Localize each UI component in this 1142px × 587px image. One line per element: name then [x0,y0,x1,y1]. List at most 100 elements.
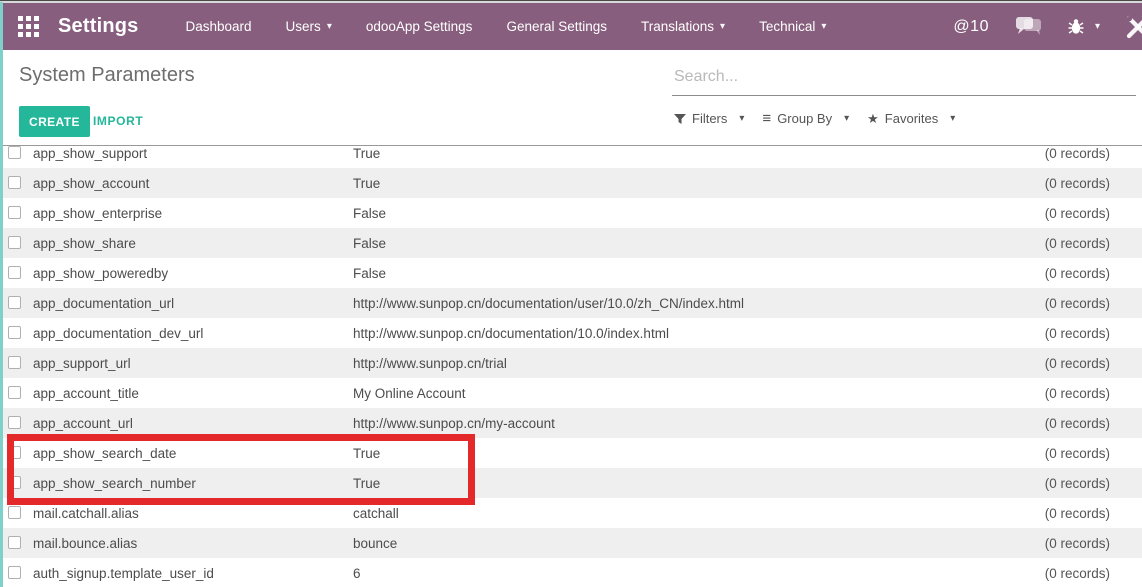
table-row[interactable]: mail.catchall.alias catchall (0 records) [0,498,1142,528]
param-key: app_show_share [33,236,353,251]
menu-item-odooapp-settings[interactable]: odooApp Settings [349,3,490,50]
table-row-highlighted[interactable]: app_show_search_number True (0 records) [0,468,1142,498]
debug-menu[interactable]: ▾ [1068,18,1100,35]
page-title: System Parameters [19,64,195,87]
chevron-down-icon: ▾ [739,113,744,124]
main-menu: Dashboard Users ▾ odooApp Settings Gener… [169,3,844,50]
table-row[interactable]: app_documentation_dev_url http://www.sun… [0,318,1142,348]
favorites-dropdown[interactable]: ★ Favorites ▾ [867,111,955,126]
menu-item-users[interactable]: Users ▾ [269,3,349,50]
window-top-edge [0,0,1142,3]
navbar-right-tools: @10 ▾ [953,15,1142,39]
row-checkbox[interactable] [8,206,21,219]
table-row[interactable]: auth_signup.template_user_id 6 (0 record… [0,558,1142,587]
chevron-down-icon: ▾ [844,113,849,124]
records-count: (0 records) [1045,206,1142,221]
menu-item-translations[interactable]: Translations ▾ [624,3,742,50]
param-value: catchall [353,506,1045,521]
param-key: app_documentation_dev_url [33,326,353,341]
records-count: (0 records) [1045,176,1142,191]
param-value: http://www.sunpop.cn/trial [353,356,1045,371]
filter-funnel-icon [674,113,686,125]
messages-icon[interactable] [1015,17,1042,37]
param-key: app_show_poweredby [33,266,353,281]
mention-counter[interactable]: @10 [953,18,989,36]
table-row[interactable]: app_show_support True (0 records) [0,145,1142,168]
table-row[interactable]: app_show_share False (0 records) [0,228,1142,258]
table-row[interactable]: app_show_account True (0 records) [0,168,1142,198]
records-count: (0 records) [1045,536,1142,551]
table-row[interactable]: app_show_enterprise False (0 records) [0,198,1142,228]
row-checkbox[interactable] [8,566,21,579]
window-left-edge [0,2,3,587]
row-checkbox[interactable] [8,386,21,399]
apps-grid-icon[interactable] [18,16,39,37]
records-count: (0 records) [1045,476,1142,491]
row-checkbox[interactable] [8,476,21,489]
records-count: (0 records) [1045,296,1142,311]
table-row-highlighted[interactable]: app_show_search_date True (0 records) [0,438,1142,468]
group-by-bars-icon: ≡ [762,111,771,126]
table-row[interactable]: app_account_url http://www.sunpop.cn/my-… [0,408,1142,438]
search-input[interactable] [672,64,1136,96]
row-checkbox[interactable] [8,416,21,429]
row-checkbox[interactable] [8,236,21,249]
param-value: False [353,206,1045,221]
param-value: 6 [353,566,1045,581]
param-key: mail.bounce.alias [33,536,353,551]
search-options-bar: Filters ▾ ≡ Group By ▾ ★ Favorites ▾ [674,111,955,126]
param-key: app_documentation_url [33,296,353,311]
chevron-down-icon: ▾ [720,21,725,32]
row-checkbox[interactable] [8,446,21,459]
row-checkbox[interactable] [8,176,21,189]
param-key: app_show_account [33,176,353,191]
row-checkbox[interactable] [8,536,21,549]
import-button[interactable]: IMPORT [93,114,143,128]
records-count: (0 records) [1045,566,1142,581]
menu-item-general-settings[interactable]: General Settings [489,3,624,50]
param-value: True [353,146,1045,161]
row-checkbox[interactable] [8,356,21,369]
row-checkbox[interactable] [8,146,21,159]
tools-wrench-icon[interactable] [1126,15,1142,39]
menu-item-dashboard[interactable]: Dashboard [169,3,269,50]
param-value: My Online Account [353,386,1045,401]
table-row[interactable]: mail.bounce.alias bounce (0 records) [0,528,1142,558]
filters-dropdown[interactable]: Filters ▾ [674,111,744,126]
table-row[interactable]: app_documentation_url http://www.sunpop.… [0,288,1142,318]
system-parameters-list: app_show_support True (0 records) app_sh… [0,145,1142,587]
menu-item-technical[interactable]: Technical ▾ [742,3,843,50]
create-button[interactable]: CREATE [19,106,90,137]
row-checkbox[interactable] [8,266,21,279]
param-value: http://www.sunpop.cn/my-account [353,416,1045,431]
param-key: app_account_title [33,386,353,401]
param-value: True [353,446,1045,461]
param-key: mail.catchall.alias [33,506,353,521]
app-title: Settings [58,15,139,38]
row-checkbox[interactable] [8,296,21,309]
param-value: http://www.sunpop.cn/documentation/10.0/… [353,326,1045,341]
row-checkbox[interactable] [8,326,21,339]
table-row[interactable]: app_support_url http://www.sunpop.cn/tri… [0,348,1142,378]
param-value: True [353,476,1045,491]
row-checkbox[interactable] [8,506,21,519]
records-count: (0 records) [1045,416,1142,431]
chevron-down-icon: ▾ [821,21,826,32]
param-value: False [353,236,1045,251]
records-count: (0 records) [1045,266,1142,281]
table-row[interactable]: app_account_title My Online Account (0 r… [0,378,1142,408]
chevron-down-icon: ▾ [1095,21,1100,32]
records-count: (0 records) [1045,506,1142,521]
chevron-down-icon: ▾ [327,21,332,32]
table-row[interactable]: app_show_poweredby False (0 records) [0,258,1142,288]
param-key: app_support_url [33,356,353,371]
star-icon: ★ [867,112,879,125]
main-navbar: Settings Dashboard Users ▾ odooApp Setti… [0,3,1142,50]
records-count: (0 records) [1045,326,1142,341]
records-count: (0 records) [1045,446,1142,461]
param-key: app_show_search_date [33,446,353,461]
param-key: app_show_enterprise [33,206,353,221]
records-count: (0 records) [1045,146,1142,161]
param-value: bounce [353,536,1045,551]
group-by-dropdown[interactable]: ≡ Group By ▾ [762,111,849,126]
